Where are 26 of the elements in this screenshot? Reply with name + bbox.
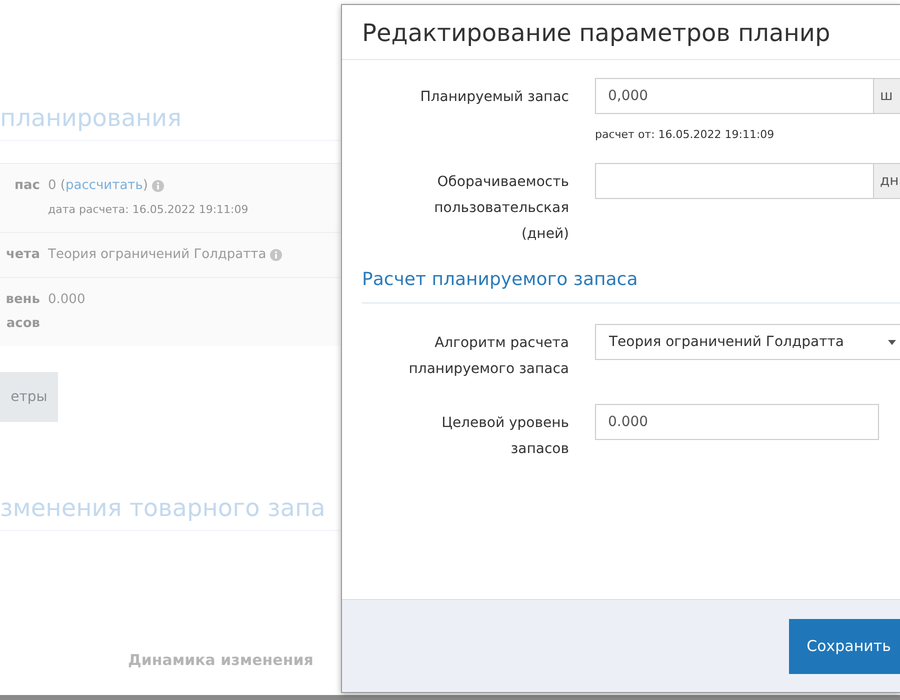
field-value: 0 (рассчитать) (48, 177, 148, 195)
calculation-date: расчет от: 16.05.2022 19:11:09 (595, 128, 776, 141)
chart-title: Динамика изменения (128, 651, 314, 669)
section-heading: Расчет планируемого запаса (362, 269, 900, 304)
field-value: 0.000 (48, 291, 86, 309)
save-button[interactable]: Сохранить (788, 618, 900, 674)
unit-addon: ш (874, 78, 900, 114)
calculation-date: дата расчета: 16.05.2022 19:11:09 (48, 202, 248, 218)
field-label: асов (6, 315, 40, 333)
field-label: пас (14, 177, 40, 195)
select-field[interactable]: Теория ограничений Голдратта (595, 324, 900, 360)
field-label: Целевой уровень запасов (440, 414, 569, 459)
section-heading: планирования (0, 104, 340, 141)
modal-title: Редактирование параметров планир (362, 19, 830, 47)
input-field[interactable] (595, 163, 874, 199)
section-heading: зменения товарного запа (0, 494, 340, 531)
field-label: чета (6, 246, 40, 264)
input-field[interactable]: 0,000 (595, 78, 874, 114)
field-label: Алгоритм расчета планируемого запаса (408, 334, 569, 379)
field-label: вень (6, 291, 40, 309)
input-field[interactable]: 0.000 (595, 404, 879, 440)
unit-addon: дн (874, 163, 900, 199)
field-value: Теория ограничений Голдратта (48, 246, 266, 264)
caret-icon (888, 340, 896, 344)
field-label: Оборачиваемость пользовательская (дней) (433, 173, 569, 244)
field-label: Планируемый запас (419, 88, 569, 107)
